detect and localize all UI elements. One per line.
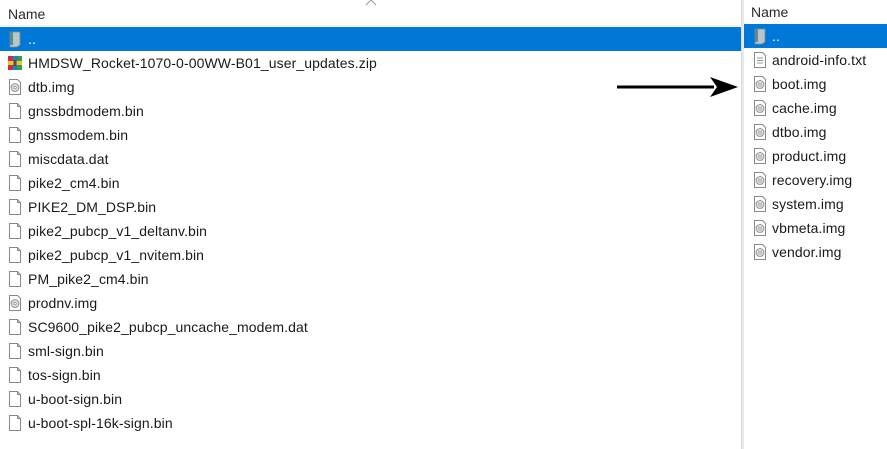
file-name: pike2_cm4.bin: [28, 175, 120, 191]
file-row[interactable]: gnssmodem.bin: [0, 123, 741, 147]
file-row[interactable]: recovery.img: [744, 168, 887, 192]
file-icon: [9, 199, 21, 215]
file-row[interactable]: pike2_cm4.bin: [0, 171, 741, 195]
parent-directory-row[interactable]: ..: [0, 27, 741, 51]
file-row[interactable]: prodnv.img: [0, 291, 741, 315]
file-name: pike2_pubcp_v1_deltanv.bin: [28, 223, 208, 239]
file-row[interactable]: sml-sign.bin: [0, 339, 741, 363]
file-row[interactable]: PIKE2_DM_DSP.bin: [0, 195, 741, 219]
file-row[interactable]: tos-sign.bin: [0, 363, 741, 387]
file-icon: [9, 127, 21, 143]
file-name: sml-sign.bin: [28, 343, 104, 359]
file-icon: [9, 151, 21, 167]
file-row[interactable]: cache.img: [744, 96, 887, 120]
disc-image-file-icon: [754, 220, 766, 236]
right-file-pane: Name .. android-info.txt boot.img cache.img…: [744, 0, 887, 449]
disc-image-file-icon: [754, 76, 766, 92]
name-column-header[interactable]: Name: [0, 0, 741, 26]
zip-archive-icon: [8, 56, 22, 70]
file-row[interactable]: pike2_pubcp_v1_deltanv.bin: [0, 219, 741, 243]
file-icon: [9, 175, 21, 191]
file-icon: [9, 415, 21, 431]
file-row[interactable]: u-boot-sign.bin: [0, 387, 741, 411]
file-name: ..: [28, 31, 36, 47]
file-row[interactable]: SC9600_pike2_pubcp_uncache_modem.dat: [0, 315, 741, 339]
file-name: gnssbdmodem.bin: [28, 103, 144, 119]
disc-image-file-icon: [754, 100, 766, 116]
file-name: ..: [772, 28, 780, 44]
file-row[interactable]: PM_pike2_cm4.bin: [0, 267, 741, 291]
file-name: PM_pike2_cm4.bin: [28, 271, 149, 287]
disc-image-file-icon: [754, 196, 766, 212]
file-icon: [9, 343, 21, 359]
file-name: dtbo.img: [772, 124, 827, 140]
name-column-label: Name: [751, 4, 789, 20]
file-row[interactable]: u-boot-spl-16k-sign.bin: [0, 411, 741, 435]
parent-directory-row[interactable]: ..: [744, 24, 887, 48]
file-name: dtb.img: [28, 79, 75, 95]
file-name: product.img: [772, 148, 847, 164]
file-name: vbmeta.img: [772, 220, 846, 236]
file-icon: [9, 319, 21, 335]
file-row[interactable]: pike2_pubcp_v1_nvitem.bin: [0, 243, 741, 267]
file-name: system.img: [772, 196, 844, 212]
file-row[interactable]: android-info.txt: [744, 48, 887, 72]
file-name: u-boot-sign.bin: [28, 391, 123, 407]
file-row[interactable]: HMDSW_Rocket-1070-0-00WW-B01_user_update…: [0, 51, 741, 75]
file-name: SC9600_pike2_pubcp_uncache_modem.dat: [28, 319, 308, 335]
file-icon: [9, 271, 21, 287]
file-name: miscdata.dat: [28, 151, 109, 167]
file-icon: [9, 223, 21, 239]
file-row[interactable]: system.img: [744, 192, 887, 216]
file-row[interactable]: miscdata.dat: [0, 147, 741, 171]
disc-image-file-icon: [754, 148, 766, 164]
file-icon: [9, 391, 21, 407]
text-file-icon: [754, 52, 766, 68]
file-name: u-boot-spl-16k-sign.bin: [28, 415, 173, 431]
parent-folder-icon: [9, 31, 21, 48]
file-name: tos-sign.bin: [28, 367, 101, 383]
name-column-header[interactable]: Name: [744, 0, 887, 26]
file-row[interactable]: vendor.img: [744, 240, 887, 264]
left-file-pane: Name .. HMDSW_Rocket-1070-0-00WW-B01_user…: [0, 0, 741, 449]
disc-image-file-icon: [754, 244, 766, 260]
file-name: PIKE2_DM_DSP.bin: [28, 199, 157, 215]
file-name: prodnv.img: [28, 295, 98, 311]
sort-ascending-icon: [365, 0, 377, 6]
file-name: cache.img: [772, 100, 837, 116]
file-row[interactable]: dtbo.img: [744, 120, 887, 144]
disc-image-file-icon: [754, 124, 766, 140]
disc-image-file-icon: [9, 295, 21, 311]
disc-image-file-icon: [754, 172, 766, 188]
file-name: boot.img: [772, 76, 827, 92]
file-name: gnssmodem.bin: [28, 127, 129, 143]
file-icon: [9, 367, 21, 383]
file-name: recovery.img: [772, 172, 853, 188]
right-file-list: .. android-info.txt boot.img cache.img dtbo.…: [744, 24, 887, 264]
file-name: HMDSW_Rocket-1070-0-00WW-B01_user_update…: [28, 55, 377, 71]
file-name: pike2_pubcp_v1_nvitem.bin: [28, 247, 205, 263]
file-name: vendor.img: [772, 244, 842, 260]
name-column-label: Name: [8, 6, 46, 22]
file-row[interactable]: gnssbdmodem.bin: [0, 99, 741, 123]
file-icon: [9, 247, 21, 263]
disc-image-file-icon: [9, 79, 21, 95]
file-row[interactable]: vbmeta.img: [744, 216, 887, 240]
file-name: android-info.txt: [772, 52, 867, 68]
parent-folder-icon: [754, 28, 766, 45]
file-row[interactable]: boot.img: [744, 72, 887, 96]
file-row[interactable]: product.img: [744, 144, 887, 168]
file-icon: [9, 103, 21, 119]
header-divider: [0, 25, 741, 26]
pointer-arrow-annotation: [617, 77, 738, 97]
